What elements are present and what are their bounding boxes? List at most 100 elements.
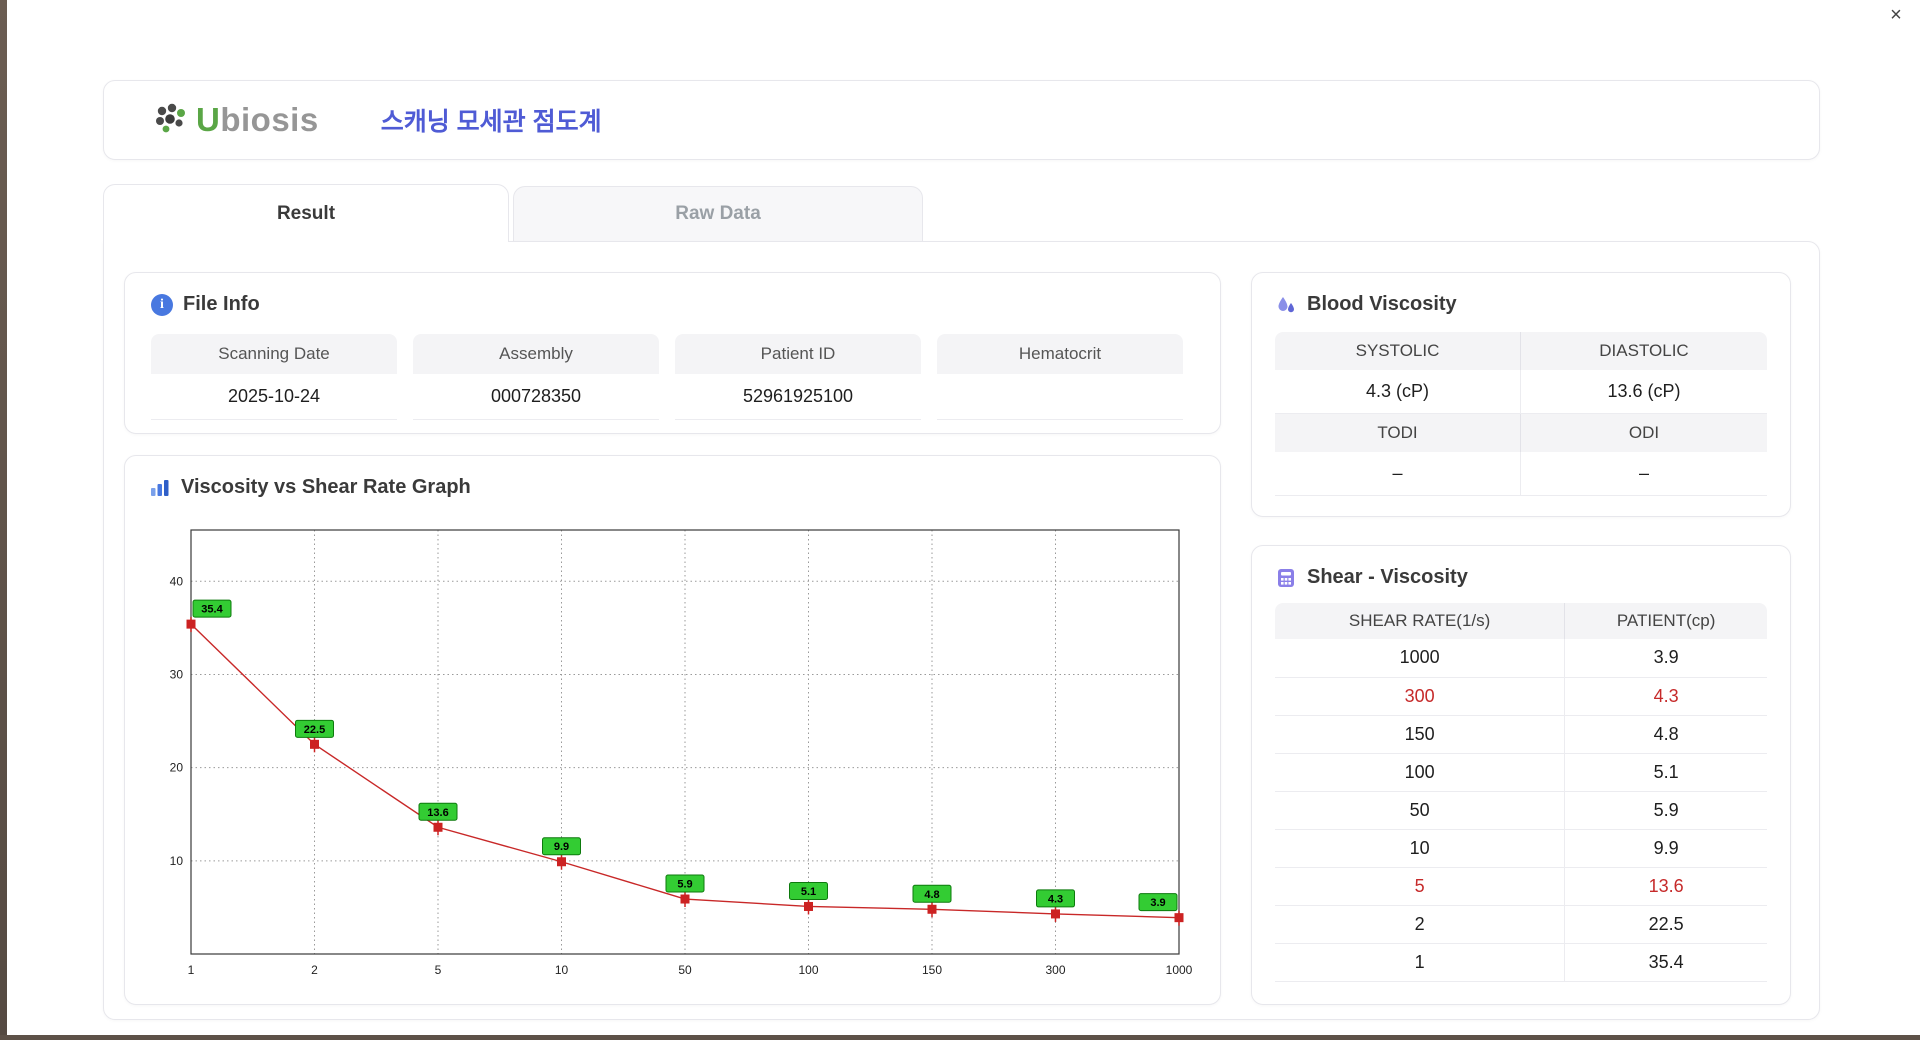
table-cell: 1 (1275, 943, 1566, 982)
table-row: 5 13.6 (1275, 867, 1767, 906)
graph-title: Viscosity vs Shear Rate Graph (149, 476, 1196, 499)
field-label: Scanning Date (151, 334, 397, 374)
field-value: 000728350 (413, 374, 659, 420)
table-cell: 13.6 (1564, 867, 1767, 906)
desktop-edge-left (0, 0, 7, 1040)
shear-viscosity-title-text: Shear - Viscosity (1307, 566, 1468, 588)
table-cell: 4.8 (1564, 715, 1767, 754)
app-window: × Ubiosis 스캐닝 모세관 점도계 Result Raw Data i … (0, 0, 1920, 1040)
svg-text:150: 150 (922, 963, 942, 977)
svg-text:1000: 1000 (1166, 963, 1193, 977)
file-info-grid: Scanning Date 2025-10-24 Assembly 000728… (151, 334, 1194, 420)
graph-title-text: Viscosity vs Shear Rate Graph (181, 476, 471, 498)
field-label: Hematocrit (937, 334, 1183, 374)
svg-text:100: 100 (798, 963, 818, 977)
odi-value: – (1521, 452, 1767, 496)
blood-viscosity-title: Blood Viscosity (1275, 293, 1767, 316)
window-close-button[interactable]: × (1884, 3, 1908, 27)
table-cell: 2 (1275, 905, 1566, 944)
table-cell: 50 (1275, 791, 1566, 830)
svg-text:10: 10 (170, 854, 184, 868)
file-info-field-assembly: Assembly 000728350 (413, 334, 659, 420)
file-info-panel: i File Info Scanning Date 2025-10-24 Ass… (124, 272, 1221, 434)
table-row: 10 9.9 (1275, 829, 1767, 868)
field-label: Patient ID (675, 334, 921, 374)
table-cell: 1000 (1275, 639, 1566, 678)
table-row: 150 4.8 (1275, 715, 1767, 754)
odi-label: ODI (1521, 414, 1767, 452)
table-row: 2 22.5 (1275, 905, 1767, 944)
shear-viscosity-panel: Shear - Viscosity SHEAR RATE(1/s) PATIEN… (1251, 545, 1791, 1005)
bar-chart-icon (151, 479, 169, 496)
table-cell: 35.4 (1564, 943, 1767, 982)
header-card: Ubiosis 스캐닝 모세관 점도계 (103, 80, 1820, 160)
shear-table-body: 1000 3.9 300 4.3 150 4.8 100 5.1 50 5.9 10 9.9 5 13.6… (1275, 639, 1767, 982)
field-value: 52961925100 (675, 374, 921, 420)
logo-berries-icon (156, 103, 185, 133)
svg-text:3.9: 3.9 (1150, 897, 1165, 909)
svg-text:20: 20 (170, 761, 184, 775)
field-value (937, 374, 1183, 420)
file-info-title: i File Info (151, 293, 1194, 316)
svg-text:35.4: 35.4 (201, 604, 223, 616)
table-row: 50 5.9 (1275, 791, 1767, 830)
svg-text:10: 10 (555, 963, 569, 977)
table-cell: 3.9 (1564, 639, 1767, 678)
table-cell: 300 (1275, 677, 1566, 716)
diastolic-value: 13.6 (cP) (1521, 370, 1767, 414)
table-row: 100 5.1 (1275, 753, 1767, 792)
blood-viscosity-panel: Blood Viscosity SYSTOLIC DIASTOLIC 4.3 (… (1251, 272, 1791, 517)
svg-text:30: 30 (170, 667, 184, 681)
page-title: 스캐닝 모세관 점도계 (380, 108, 602, 136)
logo-text: Ubiosis (196, 101, 319, 138)
desktop-edge-bottom (0, 1035, 1920, 1040)
tab-result[interactable]: Result (103, 184, 509, 242)
svg-text:5.9: 5.9 (677, 879, 692, 891)
table-cell: 4.3 (1564, 677, 1767, 716)
table-header-row: SHEAR RATE(1/s) PATIENT(cp) (1275, 603, 1767, 639)
file-info-field-scanning-date: Scanning Date 2025-10-24 (151, 334, 397, 420)
svg-text:13.6: 13.6 (427, 807, 448, 819)
svg-text:1: 1 (188, 963, 195, 977)
svg-text:2: 2 (311, 963, 318, 977)
svg-text:4.3: 4.3 (1048, 893, 1063, 905)
col-shear-rate: SHEAR RATE(1/s) (1275, 603, 1566, 639)
table-cell: 9.9 (1564, 829, 1767, 868)
file-info-title-text: File Info (183, 293, 260, 315)
svg-text:9.9: 9.9 (554, 841, 569, 853)
table-cell: 5.9 (1564, 791, 1767, 830)
blood-viscosity-title-text: Blood Viscosity (1307, 293, 1457, 315)
blood-viscosity-grid: SYSTOLIC DIASTOLIC 4.3 (cP) 13.6 (cP) TO… (1275, 332, 1767, 496)
svg-text:4.8: 4.8 (924, 889, 939, 901)
table-cell: 10 (1275, 829, 1566, 868)
file-info-field-patient-id: Patient ID 52961925100 (675, 334, 921, 420)
svg-text:5: 5 (435, 963, 442, 977)
systolic-value: 4.3 (cP) (1275, 370, 1521, 414)
table-cell: 100 (1275, 753, 1566, 792)
table-cell: 5 (1275, 867, 1566, 906)
viscosity-graph-panel: Viscosity vs Shear Rate Graph 1 2 5 10 50 100… (124, 455, 1221, 1005)
viscosity-shear-chart: 1 2 5 10 50 100 150 300 1000 10 20 30 40 35.4 22.5 13.6… (170, 529, 1193, 977)
svg-text:5.1: 5.1 (801, 886, 816, 898)
table-cell: 22.5 (1564, 905, 1767, 944)
info-icon: i (151, 293, 173, 316)
todi-label: TODI (1275, 414, 1521, 452)
file-info-field-hematocrit: Hematocrit (937, 334, 1183, 420)
todi-value: – (1275, 452, 1521, 496)
tab-raw-data[interactable]: Raw Data (513, 186, 923, 241)
field-label: Assembly (413, 334, 659, 374)
shear-viscosity-title: Shear - Viscosity (1275, 566, 1767, 589)
droplet-icon (1278, 296, 1294, 312)
svg-text:22.5: 22.5 (304, 724, 325, 736)
table-cell: 5.1 (1564, 753, 1767, 792)
table-row: 1000 3.9 (1275, 639, 1767, 678)
svg-text:40: 40 (170, 574, 184, 588)
table-row: 300 4.3 (1275, 677, 1767, 716)
systolic-label: SYSTOLIC (1275, 332, 1521, 370)
table-row: 1 35.4 (1275, 943, 1767, 982)
svg-text:300: 300 (1045, 963, 1065, 977)
svg-text:50: 50 (678, 963, 692, 977)
calculator-icon (1278, 568, 1294, 587)
col-patient: PATIENT(cp) (1564, 603, 1767, 639)
shear-viscosity-table: SHEAR RATE(1/s) PATIENT(cp) 1000 3.9 300 4.… (1275, 603, 1767, 982)
